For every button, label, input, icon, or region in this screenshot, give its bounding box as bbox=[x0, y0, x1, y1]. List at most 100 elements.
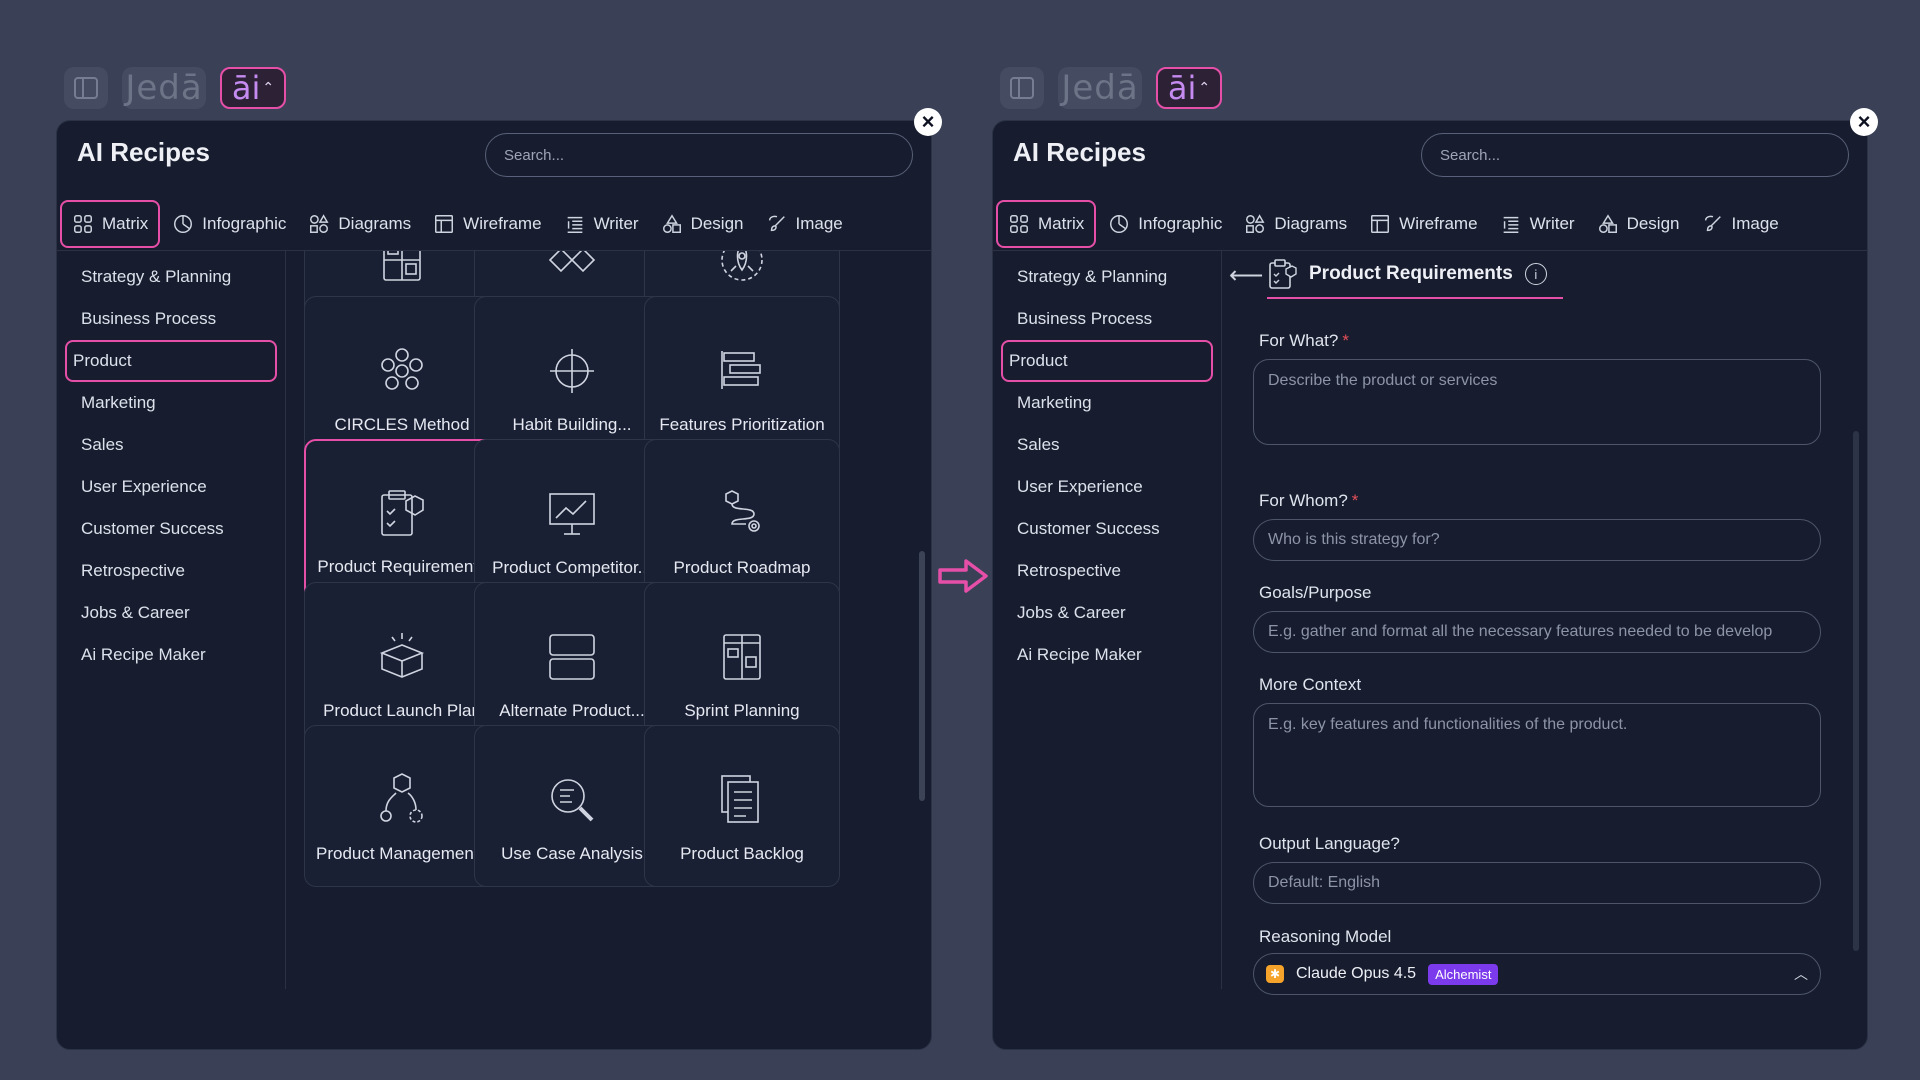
grid-icon bbox=[1008, 213, 1030, 235]
tab-label: Design bbox=[1626, 213, 1680, 233]
image-brush-icon bbox=[766, 213, 788, 235]
sidebar-item-ai-recipe-maker[interactable]: Ai Recipe Maker bbox=[1001, 634, 1213, 676]
tab-infographic[interactable]: Infographic bbox=[162, 200, 296, 248]
recipe-label: Alternate Product... bbox=[499, 701, 645, 720]
recipes-browser-pane: Jedā āi ⌃ × AI Recipes Search... Matrix In… bbox=[56, 0, 942, 1080]
sidebar-item-product[interactable]: Product bbox=[65, 340, 277, 382]
sidebar-item-retrospective[interactable]: Retrospective bbox=[1001, 550, 1213, 592]
close-icon[interactable]: × bbox=[1850, 108, 1878, 136]
recipe-label: Sprint Planning bbox=[684, 701, 800, 720]
recipe-card[interactable]: Product Managemen... bbox=[304, 725, 500, 887]
tab-label: Infographic bbox=[1138, 213, 1223, 233]
language-label: Output Language? bbox=[1259, 834, 1400, 853]
recipe-card[interactable]: Alternate Product... bbox=[474, 582, 670, 744]
ai-button[interactable]: āi ⌃ bbox=[220, 67, 286, 109]
sidebar-toggle-icon[interactable] bbox=[64, 67, 108, 109]
tab-image[interactable]: Image bbox=[756, 200, 853, 248]
back-arrow-icon[interactable]: ⟵ bbox=[1229, 261, 1263, 290]
sidebar-item-strategy-planning[interactable]: Strategy & Planning bbox=[1001, 256, 1213, 298]
recipe-card[interactable]: Sprint Planning bbox=[644, 582, 840, 744]
recipe-card[interactable]: Features Prioritization bbox=[644, 296, 840, 458]
language-field[interactable]: Default: English bbox=[1253, 862, 1821, 904]
recipe-card[interactable]: CIRCLES Method bbox=[304, 296, 500, 458]
top-toolbar: Jedā āi ⌃ bbox=[64, 66, 286, 110]
info-icon[interactable]: i bbox=[1524, 263, 1547, 285]
sidebar-item-customer-success[interactable]: Customer Success bbox=[65, 508, 277, 550]
recipe-card[interactable]: Habit Building... bbox=[474, 296, 670, 458]
recipe-label: Features Prioritization bbox=[659, 415, 825, 434]
kanban-icon bbox=[712, 627, 772, 687]
recipe-card[interactable]: Product Requirements bbox=[304, 439, 500, 601]
tab-design[interactable]: Design bbox=[651, 200, 754, 248]
recipe-card[interactable]: Product Competitor... bbox=[474, 439, 670, 601]
search-input[interactable]: Search... bbox=[1421, 133, 1849, 177]
text-lines-icon bbox=[1500, 213, 1522, 235]
recipe-card[interactable]: Product Roadmap bbox=[644, 439, 840, 601]
jeda-logo[interactable]: Jedā bbox=[122, 67, 206, 109]
tab-label: Infographic bbox=[202, 213, 287, 233]
category-sidebar: Strategy & Planning Business Process Produ… bbox=[57, 251, 285, 1049]
recipe-label: Product Competitor... bbox=[492, 558, 652, 577]
divider bbox=[1221, 251, 1222, 989]
tab-matrix[interactable]: Matrix bbox=[60, 199, 161, 248]
sidebar-item-strategy-planning[interactable]: Strategy & Planning bbox=[65, 256, 277, 298]
sidebar-item-jobs-career[interactable]: Jobs & Career bbox=[1001, 592, 1213, 634]
sidebar-item-retrospective[interactable]: Retrospective bbox=[65, 550, 277, 592]
recipes-panel: AI Recipes Search... Matrix Infographic Di… bbox=[56, 120, 932, 1050]
tab-design[interactable]: Design bbox=[1587, 200, 1690, 248]
sidebar-toggle-icon[interactable] bbox=[1000, 67, 1044, 109]
tab-diagrams[interactable]: Diagrams bbox=[298, 200, 421, 248]
for-whom-label: For Whom? * bbox=[1259, 491, 1358, 511]
tab-matrix[interactable]: Matrix bbox=[996, 199, 1097, 248]
sidebar-item-product[interactable]: Product bbox=[1001, 340, 1213, 382]
for-whom-field[interactable]: Who is this strategy for? bbox=[1253, 519, 1821, 561]
sidebar-item-user-experience[interactable]: User Experience bbox=[1001, 466, 1213, 508]
scrollbar[interactable] bbox=[919, 551, 925, 801]
sidebar-item-marketing[interactable]: Marketing bbox=[65, 382, 277, 424]
arrow-right-icon bbox=[938, 559, 988, 593]
recipe-card[interactable]: Product Launch Plan bbox=[304, 582, 500, 744]
sidebar-item-ai-recipe-maker[interactable]: Ai Recipe Maker bbox=[65, 634, 277, 676]
sidebar-item-customer-success[interactable]: Customer Success bbox=[1001, 508, 1213, 550]
scrollbar[interactable] bbox=[1853, 431, 1859, 951]
clipboard-box-icon bbox=[1269, 259, 1297, 289]
context-field[interactable]: E.g. key features and functionalities of… bbox=[1253, 703, 1821, 807]
recipe-label: CIRCLES Method bbox=[334, 415, 470, 434]
tab-wireframe[interactable]: Wireframe bbox=[423, 200, 551, 248]
tab-label: Wireframe bbox=[463, 213, 542, 233]
recipe-card[interactable]: Product Backlog bbox=[644, 725, 840, 887]
tab-wireframe[interactable]: Wireframe bbox=[1359, 200, 1487, 248]
tab-diagrams[interactable]: Diagrams bbox=[1234, 200, 1357, 248]
tab-bar: Matrix Infographic Diagrams Wireframe Writer… bbox=[57, 197, 931, 251]
tab-label: Writer bbox=[1529, 213, 1575, 233]
wireframe-icon bbox=[1369, 213, 1391, 235]
tab-label: Diagrams bbox=[338, 213, 412, 233]
model-select[interactable]: ✱ Claude Opus 4.5 Alchemist ︿ bbox=[1253, 953, 1821, 995]
for-what-field[interactable]: Describe the product or services bbox=[1253, 359, 1821, 445]
recipe-card[interactable]: Use Case Analysis bbox=[474, 725, 670, 887]
recipe-label: Use Case Analysis bbox=[501, 844, 643, 863]
tab-image[interactable]: Image bbox=[1692, 200, 1789, 248]
layout-board-icon bbox=[372, 251, 432, 290]
rocket-icon bbox=[712, 251, 772, 290]
sidebar-item-business-process[interactable]: Business Process bbox=[1001, 298, 1213, 340]
sidebar-item-sales[interactable]: Sales bbox=[65, 424, 277, 466]
sidebar-item-marketing[interactable]: Marketing bbox=[1001, 382, 1213, 424]
recipe-form-pane: Jedā āi ⌃ × AI Recipes Search... Matrix In… bbox=[992, 0, 1878, 1080]
recipe-label: Product Launch Plan bbox=[323, 701, 481, 720]
tab-writer[interactable]: Writer bbox=[1490, 200, 1585, 248]
documents-stack-icon bbox=[712, 770, 772, 830]
sidebar-item-jobs-career[interactable]: Jobs & Career bbox=[65, 592, 277, 634]
goals-field[interactable]: E.g. gather and format all the necessary… bbox=[1253, 611, 1821, 653]
close-icon[interactable]: × bbox=[914, 108, 942, 136]
sidebar-item-user-experience[interactable]: User Experience bbox=[65, 466, 277, 508]
sidebar-item-sales[interactable]: Sales bbox=[1001, 424, 1213, 466]
jeda-logo[interactable]: Jedā bbox=[1058, 67, 1142, 109]
chevron-up-icon: ⌃ bbox=[1198, 80, 1211, 96]
search-input[interactable]: Search... bbox=[485, 133, 913, 177]
panel-title: AI Recipes bbox=[77, 137, 210, 167]
tab-writer[interactable]: Writer bbox=[554, 200, 649, 248]
ai-button[interactable]: āi ⌃ bbox=[1156, 67, 1222, 109]
sidebar-item-business-process[interactable]: Business Process bbox=[65, 298, 277, 340]
tab-infographic[interactable]: Infographic bbox=[1098, 200, 1232, 248]
